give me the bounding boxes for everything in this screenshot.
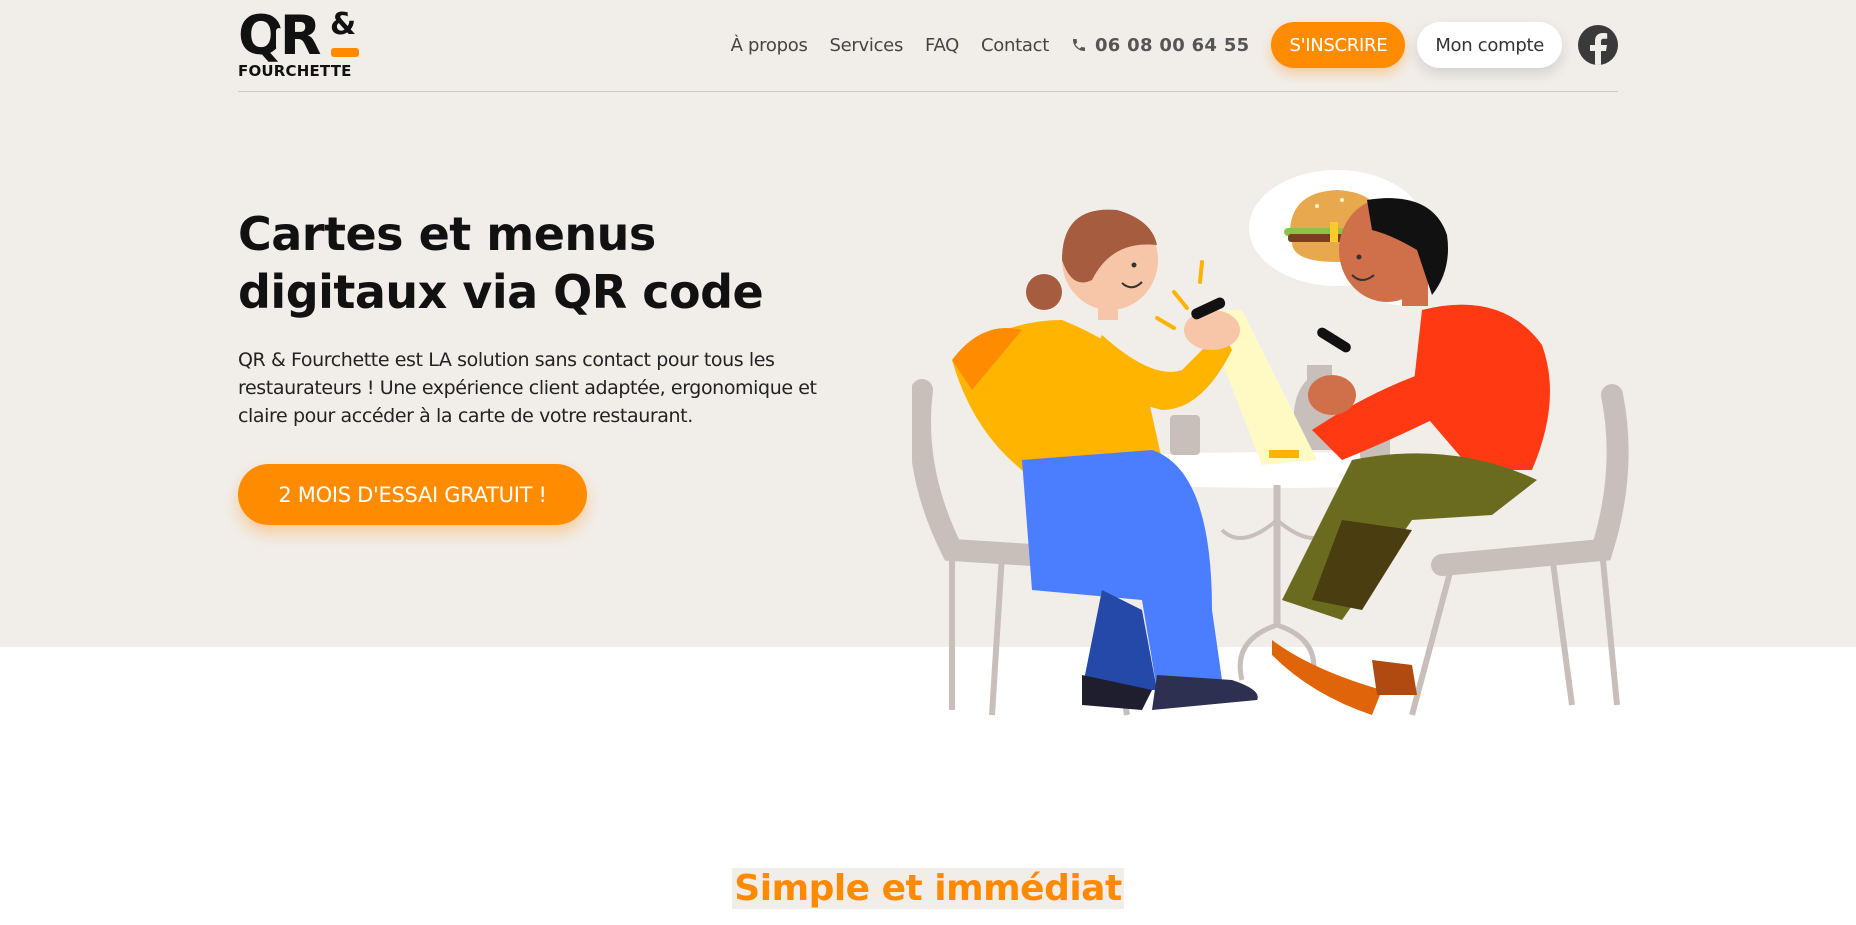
hero-title-line-2: digitaux via QR code [238, 265, 764, 319]
nav-link-services[interactable]: Services [830, 35, 904, 56]
main-nav: À propos Services FAQ Contact 06 08 00 6… [731, 21, 1618, 69]
brand-logo[interactable]: QR & FOURCHETTE [238, 6, 368, 80]
logo-subtitle: FOURCHETTE [238, 62, 352, 80]
account-button[interactable]: Mon compte [1417, 22, 1562, 68]
site-header: QR & FOURCHETTE À propos Services FAQ Co… [238, 0, 1618, 92]
free-trial-button[interactable]: 2 MOIS D'ESSAI GRATUIT ! [238, 464, 587, 525]
phone-link[interactable]: 06 08 00 64 55 [1071, 35, 1250, 56]
section-title: Simple et immédiat [0, 868, 1856, 909]
hero-title-line-1: Cartes et menus [238, 207, 656, 261]
hero-title: Cartes et menus digitaux via QR code [238, 205, 798, 321]
logo-ampersand: & [330, 7, 357, 42]
nav-link-faq[interactable]: FAQ [925, 35, 959, 56]
logo-accent-bar [331, 48, 359, 57]
phone-number: 06 08 00 64 55 [1094, 34, 1250, 56]
nav-link-about[interactable]: À propos [731, 35, 808, 56]
signup-button[interactable]: S'INSCRIRE [1271, 22, 1406, 68]
section-title-text: Simple et immédiat [732, 868, 1124, 909]
phone-icon [1072, 39, 1085, 51]
nav-link-contact[interactable]: Contact [981, 35, 1049, 56]
fork-icon [276, 28, 282, 50]
hero-description: QR & Fourchette est LA solution sans con… [238, 349, 817, 427]
facebook-f-glyph [1590, 33, 1608, 65]
facebook-icon[interactable] [1578, 25, 1618, 65]
restaurant-illustration [912, 170, 1629, 716]
